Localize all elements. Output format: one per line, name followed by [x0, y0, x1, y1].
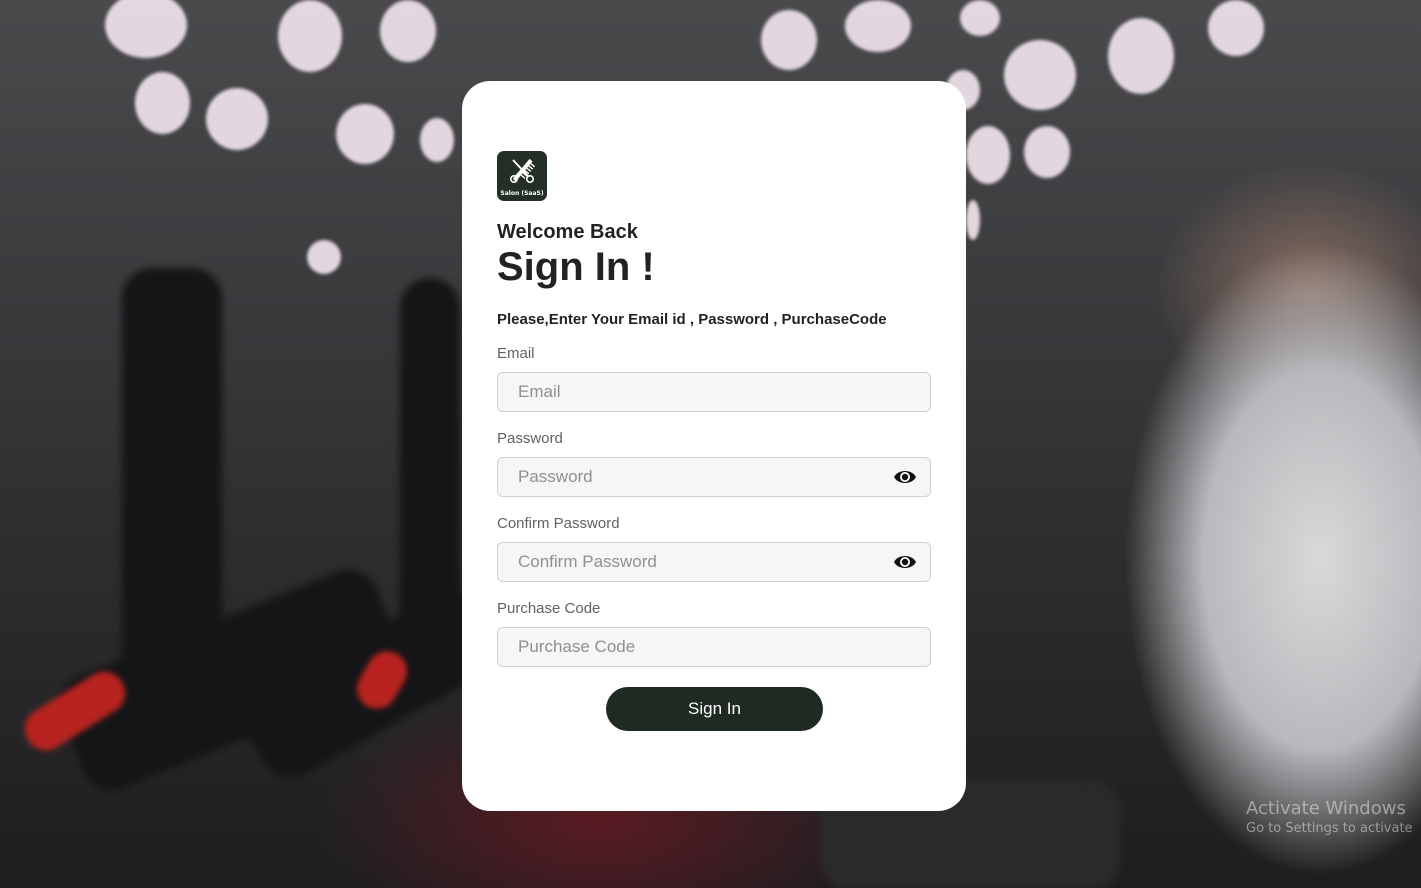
watermark-line-2: Go to Settings to activate — [1246, 821, 1413, 836]
welcome-text: Welcome Back — [497, 221, 638, 243]
app-logo: Salon (SaaS) — [497, 151, 547, 201]
logo-text: Salon (SaaS) — [500, 190, 544, 197]
password-field-wrapper — [497, 457, 931, 497]
eye-icon[interactable] — [893, 467, 917, 487]
sign-in-card: Salon (SaaS) Welcome Back Sign In ! Plea… — [462, 81, 966, 811]
confirm-password-field-wrapper — [497, 542, 931, 582]
purchase-code-field-wrapper — [497, 627, 931, 667]
purchase-code-input[interactable] — [498, 628, 930, 666]
email-label: Email — [497, 345, 535, 362]
scissors-comb-icon — [509, 158, 535, 183]
email-field-wrapper — [497, 372, 931, 412]
email-input[interactable] — [498, 373, 930, 411]
eye-icon[interactable] — [893, 552, 917, 572]
confirm-password-input[interactable] — [498, 543, 930, 581]
instruction-text: Please,Enter Your Email id , Password , … — [497, 311, 887, 328]
sign-in-button[interactable]: Sign In — [606, 687, 823, 731]
page-title: Sign In ! — [497, 245, 655, 289]
watermark-line-1: Activate Windows — [1246, 798, 1406, 819]
windows-activation-watermark: Activate Windows Go to Settings to activ… — [1246, 798, 1413, 836]
confirm-password-label: Confirm Password — [497, 515, 620, 532]
password-input[interactable] — [498, 458, 930, 496]
password-label: Password — [497, 430, 563, 447]
purchase-code-label: Purchase Code — [497, 600, 601, 617]
